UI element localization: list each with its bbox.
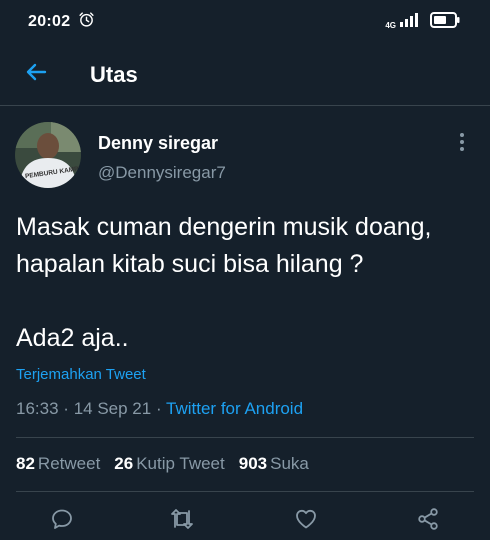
translate-tweet-link[interactable]: Terjemahkan Tweet — [16, 366, 146, 383]
likes-stat[interactable]: 903 Suka — [239, 454, 309, 474]
network-type: 4G — [385, 20, 396, 30]
alarm-icon — [78, 11, 95, 33]
like-button[interactable] — [286, 502, 326, 540]
tweet-text: Masak cuman dengerin musik doang, hapala… — [16, 209, 474, 357]
author-handle[interactable]: @Dennysiregar7 — [98, 163, 226, 183]
signal-icon — [400, 12, 422, 33]
reply-button[interactable] — [42, 502, 82, 540]
author-name[interactable]: Denny siregar — [98, 133, 218, 154]
tweet-line-1: Masak cuman dengerin musik doang, — [16, 213, 432, 241]
more-options-button[interactable] — [450, 132, 474, 156]
retweet-icon — [169, 507, 195, 536]
tweet-meta: 16:33 · 14 Sep 21 · Twitter for Android — [16, 399, 303, 419]
battery-icon — [430, 11, 460, 33]
tweet-time: 16:33 — [16, 399, 59, 418]
divider — [16, 491, 474, 492]
tweet-source-link[interactable]: Twitter for Android — [166, 399, 303, 418]
page-title: Utas — [90, 61, 138, 87]
status-bar: 20:02 4G — [0, 0, 490, 44]
tweet-paragraph-gap — [16, 283, 474, 320]
status-right: 4G — [385, 11, 460, 33]
retweet-button[interactable] — [162, 502, 202, 540]
header: Utas — [0, 44, 490, 106]
quotes-stat[interactable]: 26 Kutip Tweet — [114, 454, 224, 474]
quotes-count: 26 — [114, 454, 134, 473]
meta-separator: · — [63, 399, 69, 418]
likes-label: Suka — [270, 454, 309, 473]
divider — [16, 437, 474, 438]
arrow-left-icon — [24, 60, 48, 89]
retweets-label: Retweet — [37, 454, 101, 473]
avatar[interactable]: PEMBURU KAMPRET — [15, 122, 81, 188]
tweet-date: 14 Sep 21 — [73, 399, 152, 418]
likes-count: 903 — [238, 454, 268, 473]
back-button[interactable] — [0, 44, 72, 106]
tweet-actions — [0, 502, 490, 540]
author-row: PEMBURU KAMPRET Denny siregar @Dennysire… — [0, 106, 490, 198]
screen: 20:02 4G Utas PEMBURU KAMPRET Denny sire… — [0, 0, 490, 540]
tweet-stats: 82 Retweet 26 Kutip Tweet 903 Suka — [16, 454, 309, 474]
tweet-line-2: hapalan kitab suci bisa hilang ? — [16, 250, 364, 278]
like-icon — [294, 507, 318, 536]
meta-separator: · — [155, 399, 162, 418]
status-left: 20:02 — [28, 11, 95, 33]
retweets-stat[interactable]: 82 Retweet — [16, 454, 100, 474]
share-button[interactable] — [408, 502, 448, 540]
more-vertical-icon — [459, 132, 465, 157]
retweets-count: 82 — [16, 454, 35, 473]
reply-icon — [50, 507, 74, 536]
status-time: 20:02 — [28, 13, 71, 30]
tweet: PEMBURU KAMPRET Denny siregar @Dennysire… — [0, 106, 490, 530]
share-icon — [416, 507, 440, 536]
quotes-label: Kutip Tweet — [136, 454, 225, 473]
tweet-line-3: Ada2 aja.. — [16, 324, 129, 352]
